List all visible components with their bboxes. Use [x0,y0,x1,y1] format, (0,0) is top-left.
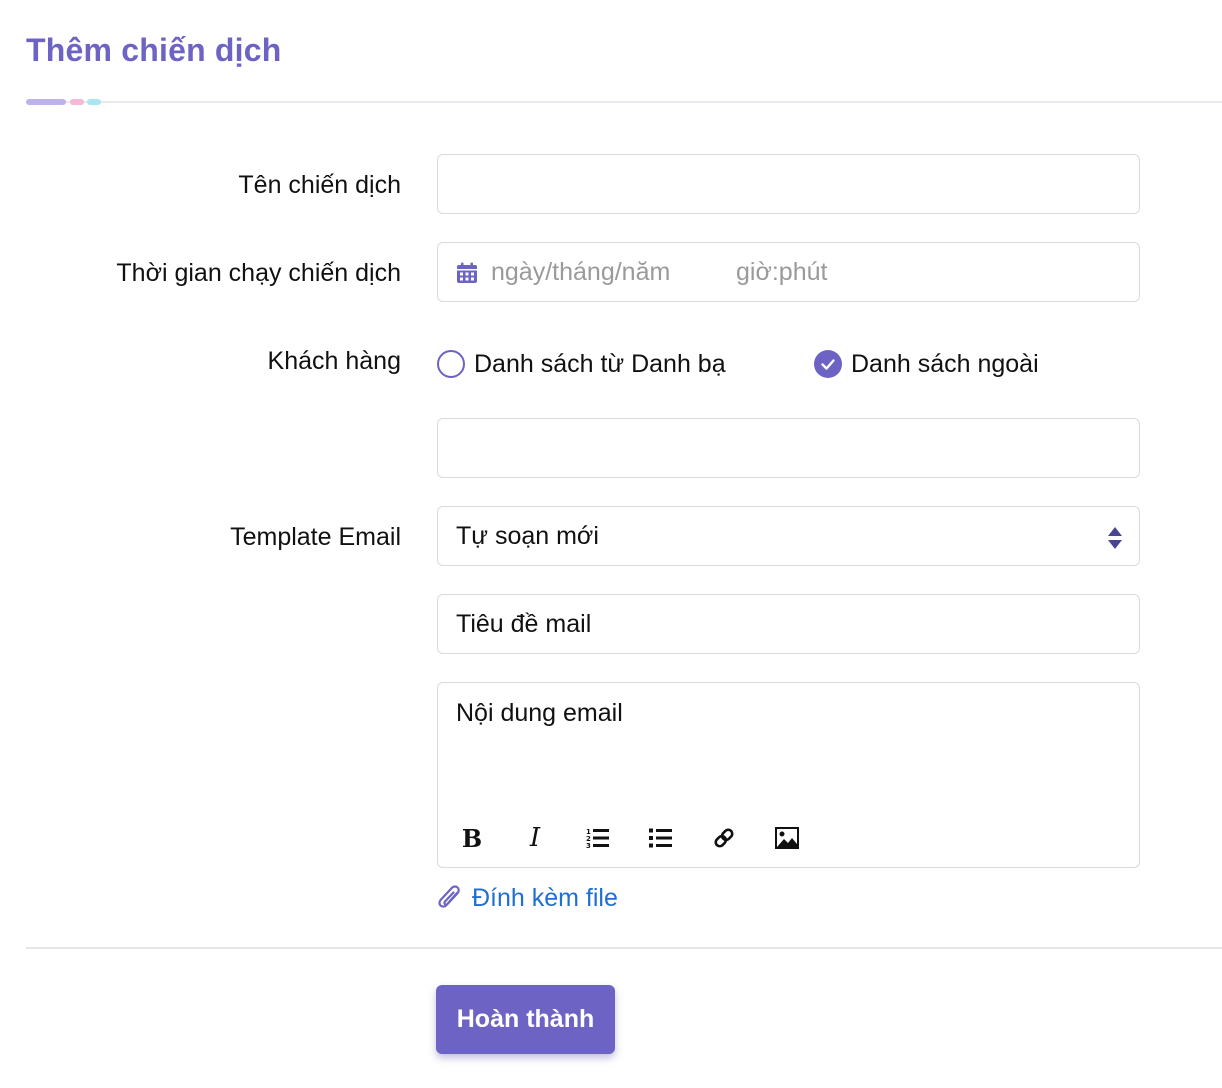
campaign-name-input[interactable] [437,154,1140,214]
ordered-list-icon[interactable]: 1 2 3 [582,821,614,855]
external-list-input[interactable] [437,418,1140,478]
select-arrows-icon [1107,526,1123,550]
image-icon[interactable] [771,821,803,855]
italic-icon[interactable]: I [519,821,551,855]
submit-button[interactable]: Hoàn thành [436,985,615,1054]
calendar-icon[interactable] [456,262,478,284]
form-divider [26,947,1222,949]
radio-external-label: Danh sách ngoài [851,350,1039,378]
customers-label: Khách hàng [267,347,401,375]
attach-file-label: Đính kèm file [472,884,618,912]
date-placeholder: ngày/tháng/năm [491,258,671,286]
title-divider [26,99,1222,105]
svg-text:3: 3 [586,842,591,849]
radio-unchecked-icon[interactable] [437,350,465,378]
template-email-selected: Tự soạn mới [456,522,599,550]
run-time-input[interactable]: ngày/tháng/năm giờ:phút [437,242,1140,302]
time-placeholder: giờ:phút [736,258,828,286]
run-time-label: Thời gian chạy chiến dịch [116,259,401,287]
link-icon[interactable] [708,821,740,855]
campaign-name-label: Tên chiến dịch [238,171,401,199]
template-email-select[interactable]: Tự soạn mới [437,506,1140,566]
mail-subject-value: Tiêu đề mail [456,610,592,638]
paperclip-icon [437,884,465,914]
unordered-list-icon[interactable] [645,821,677,855]
page-title: Thêm chiến dịch [26,32,282,68]
mail-body-value: Nội dung email [456,699,623,727]
radio-checked-icon[interactable] [814,350,842,378]
radio-contacts-label: Danh sách từ Danh bạ [474,350,726,378]
template-email-label: Template Email [230,523,401,551]
mail-subject-input[interactable]: Tiêu đề mail [437,594,1140,654]
bold-icon[interactable]: B [456,821,488,855]
mail-body-editor[interactable]: Nội dung email B I 1 2 3 [437,682,1140,868]
